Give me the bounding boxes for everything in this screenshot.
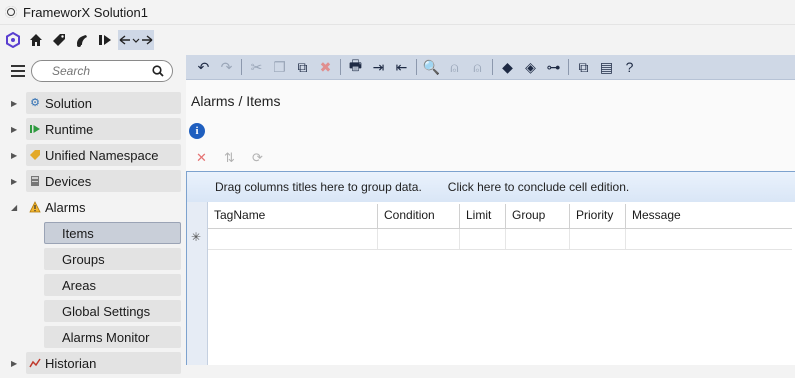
row-indicator-column bbox=[187, 202, 208, 365]
tree-item-items[interactable]: Items bbox=[0, 222, 185, 244]
hamburger-menu-icon[interactable] bbox=[11, 62, 25, 80]
collapse-arrow-icon[interactable]: ◢ bbox=[11, 203, 21, 212]
tree-node-label: Historian bbox=[45, 355, 97, 371]
column-header-priority[interactable]: Priority bbox=[570, 204, 626, 228]
home-icon[interactable] bbox=[26, 30, 46, 50]
hexagon-logo-icon[interactable] bbox=[3, 30, 23, 50]
group-panel[interactable]: Drag columns titles here to group data. … bbox=[187, 172, 795, 202]
grid-tools: ✕ ⇅ ⟳ bbox=[196, 150, 280, 166]
expand-arrow-icon[interactable]: ▶ bbox=[11, 151, 21, 160]
tree-item-label: Items bbox=[62, 226, 94, 241]
sidebar: ▶ ⚙ Solution ▶ Runtime ▶ Unified Namespa… bbox=[0, 55, 185, 374]
toolbar: ↶ ↷ ✂ ❐ ⧉ ✖ 🖶 ⇥ ⇤ 🔍 ⍝ ⍝ ◆ ◈ ⊶ ⧉ ▤ ? bbox=[186, 55, 795, 80]
back-forward-icon[interactable] bbox=[118, 30, 154, 50]
tree-item-alarms-monitor[interactable]: Alarms Monitor bbox=[0, 326, 185, 348]
tag-add-icon[interactable]: ◆ bbox=[496, 57, 519, 77]
tree-item-groups[interactable]: Groups bbox=[0, 248, 185, 270]
new-row-cell[interactable] bbox=[460, 229, 506, 249]
new-row-marker-icon: ✳ bbox=[191, 230, 202, 244]
expand-arrow-icon[interactable]: ▶ bbox=[11, 99, 21, 108]
open-external-icon[interactable]: ⧉ bbox=[572, 57, 595, 77]
main-content: ↶ ↷ ✂ ❐ ⧉ ✖ 🖶 ⇥ ⇤ 🔍 ⍝ ⍝ ◆ ◈ ⊶ ⧉ ▤ ? Alar… bbox=[186, 55, 795, 365]
draw-icon[interactable] bbox=[72, 30, 92, 50]
gear-icon: ⚙ bbox=[30, 97, 40, 109]
tree-node-unified-namespace[interactable]: ▶ Unified Namespace bbox=[0, 144, 185, 166]
tree-node-devices[interactable]: ▶ Devices bbox=[0, 170, 185, 192]
new-row-cell[interactable] bbox=[506, 229, 570, 249]
import-icon[interactable]: ⇥ bbox=[367, 57, 390, 77]
app-gear-icon bbox=[5, 6, 17, 18]
column-header-condition[interactable]: Condition bbox=[378, 204, 460, 228]
column-header-tagname[interactable]: TagName bbox=[208, 204, 378, 228]
paste-icon[interactable]: ⧉ bbox=[291, 57, 314, 77]
tree-node-alarms[interactable]: ◢ Alarms bbox=[0, 196, 185, 218]
search-input[interactable] bbox=[50, 63, 144, 79]
hierarchy-icon[interactable]: ⊶ bbox=[542, 57, 565, 77]
tree-item-areas[interactable]: Areas bbox=[0, 274, 185, 296]
new-row-cell[interactable] bbox=[626, 229, 792, 249]
tree-item-global-settings[interactable]: Global Settings bbox=[0, 300, 185, 322]
find-icon[interactable]: 🔍 bbox=[420, 57, 443, 77]
tree-node-label: Unified Namespace bbox=[45, 147, 159, 163]
data-grid: Drag columns titles here to group data. … bbox=[186, 171, 795, 365]
tree-node-label: Runtime bbox=[45, 121, 94, 137]
tag-edit-icon[interactable]: ◈ bbox=[519, 57, 542, 77]
tree-item-label: Areas bbox=[62, 278, 96, 293]
new-row[interactable] bbox=[208, 229, 792, 250]
edit-hint[interactable]: Click here to conclude cell edition. bbox=[448, 180, 629, 194]
new-row-cell[interactable] bbox=[378, 229, 460, 249]
clear-icon[interactable]: ✕ bbox=[196, 150, 224, 166]
tree-item-label: Groups bbox=[62, 252, 105, 267]
replace-user-icon[interactable]: ⍝ bbox=[466, 57, 489, 77]
help-icon[interactable]: ? bbox=[618, 57, 641, 77]
info-icon[interactable]: i bbox=[189, 123, 205, 139]
search-icon[interactable] bbox=[152, 65, 164, 77]
expand-arrow-icon[interactable]: ▶ bbox=[11, 125, 21, 134]
column-header-message[interactable]: Message bbox=[626, 204, 792, 228]
undo-icon[interactable]: ↶ bbox=[192, 57, 215, 77]
tree-node-solution[interactable]: ▶ ⚙ Solution bbox=[0, 92, 185, 114]
group-hint: Drag columns titles here to group data. bbox=[215, 180, 422, 194]
column-header-row: TagName Condition Limit Group Priority M… bbox=[208, 204, 792, 229]
tag-icon bbox=[29, 149, 41, 161]
refresh-icon[interactable]: ⟳ bbox=[252, 150, 280, 166]
tag-icon[interactable] bbox=[49, 30, 69, 50]
comment-icon[interactable]: ▤ bbox=[595, 57, 618, 77]
export-icon[interactable]: ⇤ bbox=[390, 57, 413, 77]
nav-bar bbox=[0, 28, 154, 52]
breadcrumb: Alarms / Items bbox=[191, 93, 281, 109]
solution-tree: ▶ ⚙ Solution ▶ Runtime ▶ Unified Namespa… bbox=[0, 92, 185, 378]
sort-icon[interactable]: ⇅ bbox=[224, 150, 252, 166]
column-header-group[interactable]: Group bbox=[506, 204, 570, 228]
column-header-limit[interactable]: Limit bbox=[460, 204, 506, 228]
new-row-cell[interactable] bbox=[208, 229, 378, 249]
tree-item-label: Global Settings bbox=[62, 304, 151, 319]
warning-icon bbox=[29, 201, 41, 213]
copy-icon[interactable]: ❐ bbox=[268, 57, 291, 77]
chart-icon bbox=[29, 357, 41, 369]
tree-node-label: Solution bbox=[45, 95, 92, 111]
tree-node-label: Alarms bbox=[45, 199, 86, 215]
tree-item-label: Alarms Monitor bbox=[62, 330, 150, 345]
print-icon[interactable]: 🖶 bbox=[344, 57, 367, 77]
new-row-cell[interactable] bbox=[570, 229, 626, 249]
tree-node-label: Devices bbox=[45, 173, 92, 189]
search-box[interactable] bbox=[31, 60, 173, 82]
delete-icon[interactable]: ✖ bbox=[314, 57, 337, 77]
window-title: FrameworX Solution1 bbox=[23, 4, 148, 20]
cut-icon[interactable]: ✂ bbox=[245, 57, 268, 77]
expand-arrow-icon[interactable]: ▶ bbox=[11, 177, 21, 186]
title-bar: FrameworX Solution1 bbox=[0, 0, 795, 25]
run-icon[interactable] bbox=[95, 30, 115, 50]
find-user-icon[interactable]: ⍝ bbox=[443, 57, 466, 77]
tree-node-historian[interactable]: ▶ Historian bbox=[0, 352, 185, 374]
expand-arrow-icon[interactable]: ▶ bbox=[11, 359, 21, 368]
redo-icon[interactable]: ↷ bbox=[215, 57, 238, 77]
device-icon bbox=[29, 175, 41, 187]
runtime-icon bbox=[29, 123, 41, 135]
tree-node-runtime[interactable]: ▶ Runtime bbox=[0, 118, 185, 140]
